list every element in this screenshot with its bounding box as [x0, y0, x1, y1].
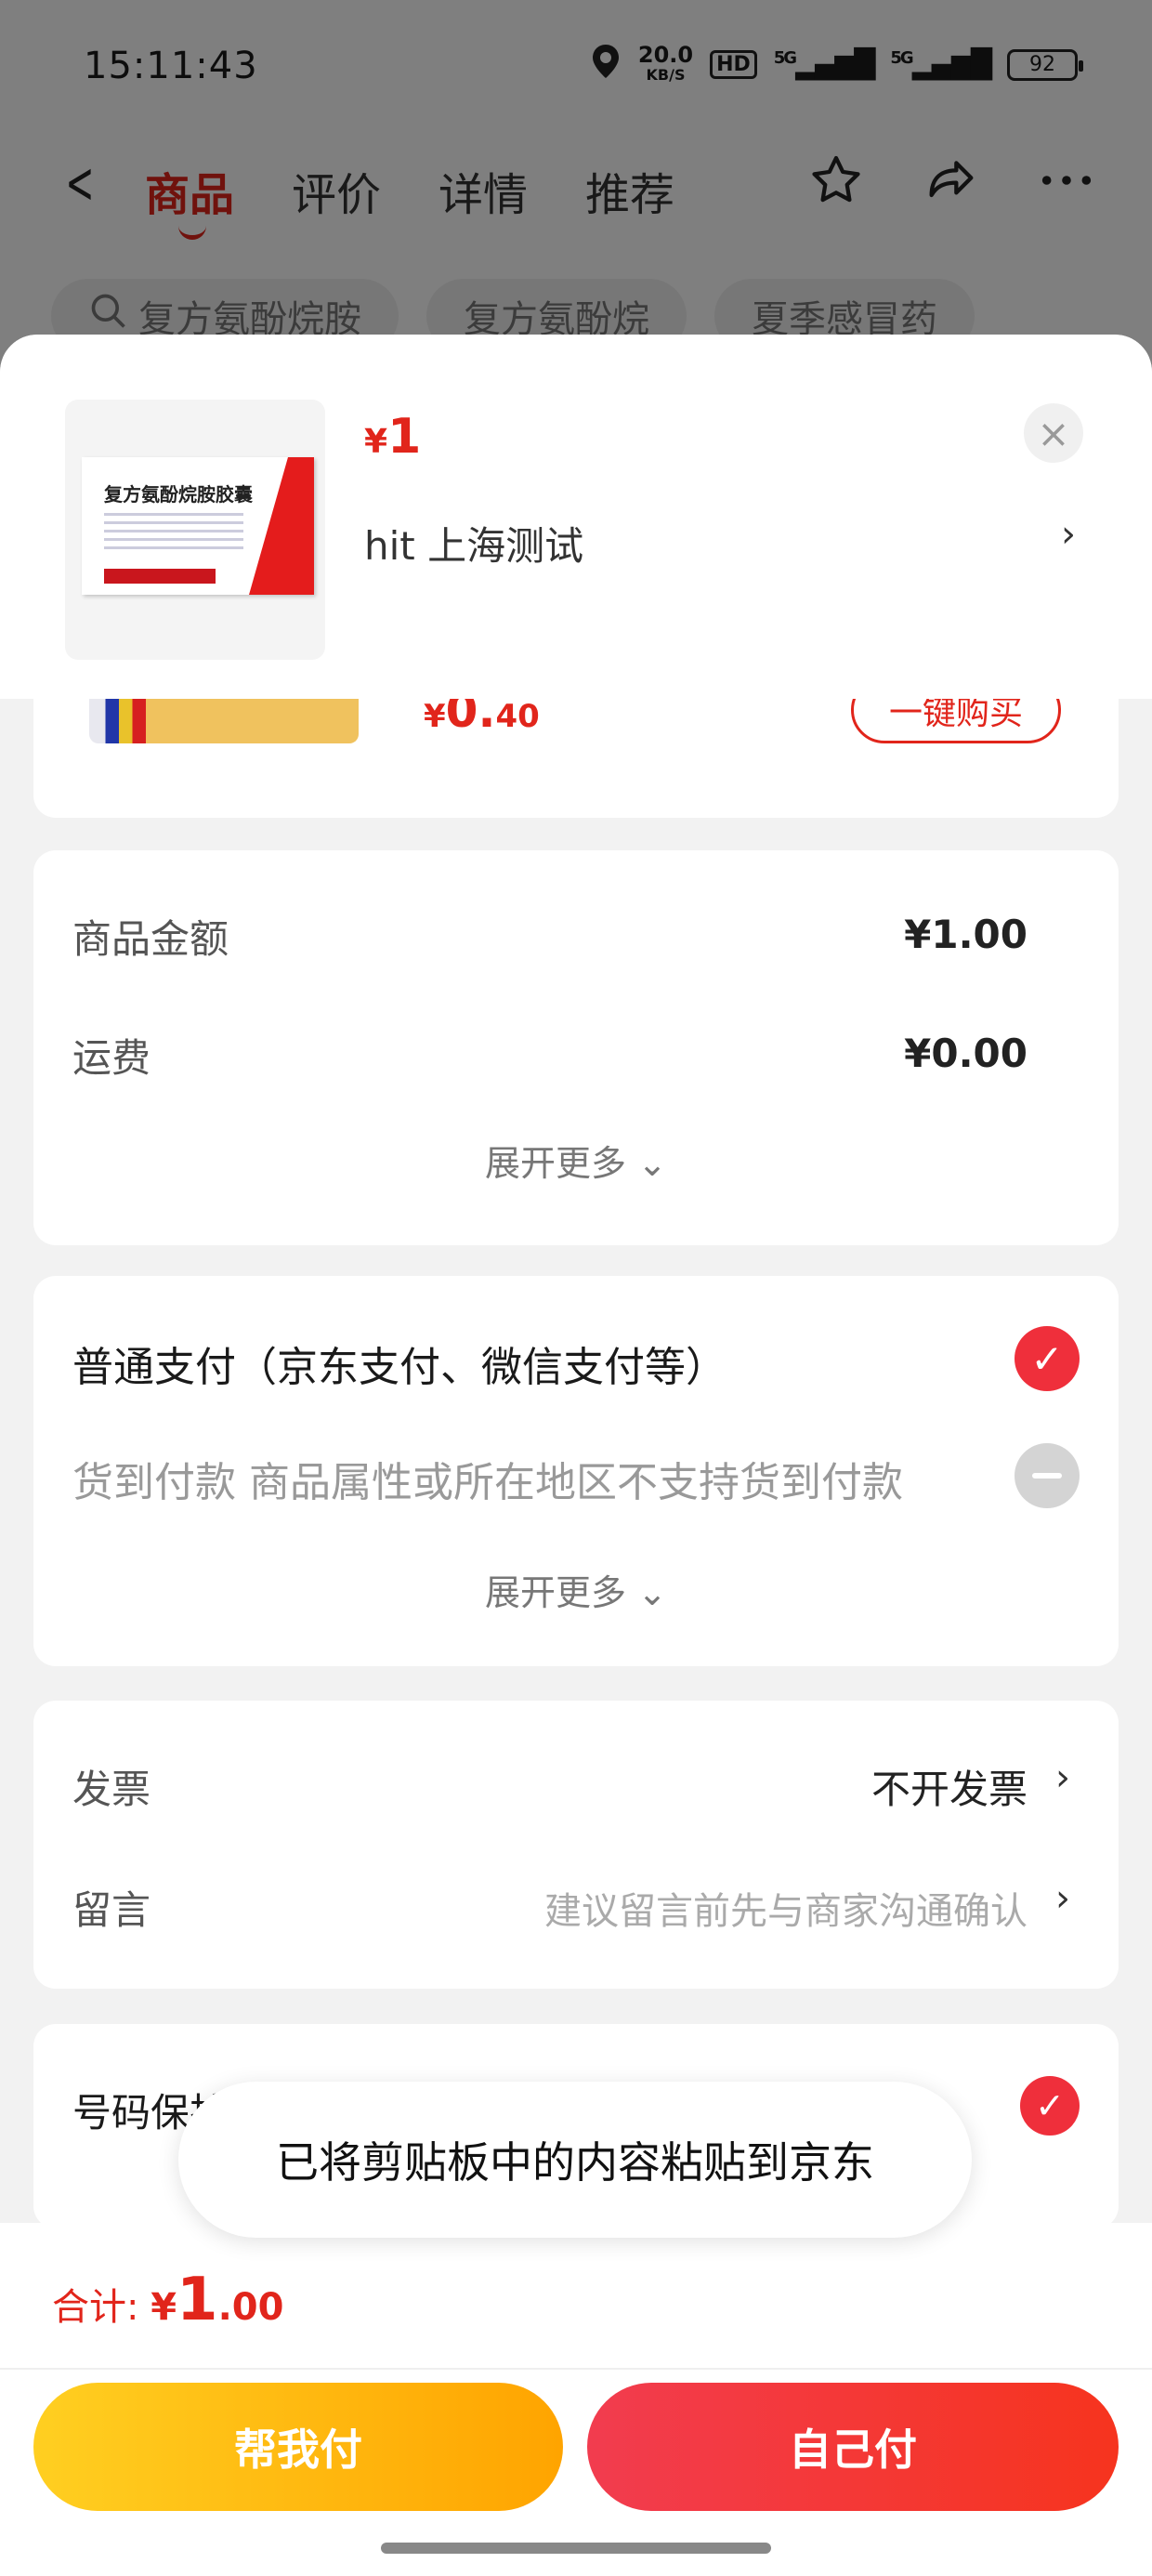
check-icon[interactable]: ✓: [1015, 1326, 1080, 1391]
medicine-box-name: 复方氨酚烷胺胶囊: [104, 483, 253, 506]
total-dec: .00: [217, 2286, 284, 2329]
box-red-stripe: [249, 457, 314, 595]
invoice-card: 发票 不开发票 › 留言 建议留言前先与商家沟通确认 ›: [33, 1701, 1119, 1989]
home-indicator[interactable]: [381, 2543, 771, 2554]
chevron-right-icon[interactable]: ›: [1055, 1877, 1070, 1920]
amount-card: 商品金额 ¥1.00 运费 ¥0.00 展开更多 ⌄: [33, 850, 1119, 1245]
expand-more-button[interactable]: 展开更多 ⌄: [33, 1564, 1119, 1615]
shipping-label: 运费: [72, 1035, 151, 1081]
help-me-pay-button[interactable]: 帮我付: [33, 2383, 563, 2511]
payment-option-cod: 货到付款 商品属性或所在地区不支持货到付款: [72, 1459, 903, 1506]
price-currency: ¥: [424, 698, 446, 735]
divider: [0, 2368, 1152, 2370]
order-total: 合计: ¥1.00: [52, 2266, 283, 2334]
goods-amount-value: ¥1.00: [904, 912, 1028, 957]
invoice-label: 发票: [72, 1767, 151, 1812]
message-input[interactable]: 建议留言前先与商家沟通确认: [544, 1881, 1028, 1935]
chevron-right-icon[interactable]: ›: [1055, 1756, 1070, 1799]
goods-amount-label: 商品金额: [72, 916, 229, 962]
payment-option-normal[interactable]: 普通支付（京东支付、微信支付等）: [72, 1334, 727, 1393]
close-icon[interactable]: ×: [1024, 403, 1083, 463]
total-int: 1: [177, 2266, 218, 2334]
box-text-lines: [104, 513, 243, 550]
price-value: 1: [387, 409, 422, 465]
shipping-value: ¥0.00: [904, 1031, 1028, 1076]
price-currency: ¥: [364, 423, 388, 461]
total-currency: ¥: [151, 2286, 177, 2329]
shop-name[interactable]: hit 上海测试: [364, 515, 583, 572]
total-label: 合计:: [52, 2286, 151, 2329]
medicine-box-image: 复方氨酚烷胺胶囊: [82, 457, 314, 595]
dim-overlay[interactable]: [0, 0, 1152, 372]
price-dec: 40: [495, 698, 540, 735]
disabled-minus-icon: [1015, 1443, 1080, 1508]
check-icon[interactable]: ✓: [1020, 2076, 1080, 2136]
chevron-right-icon[interactable]: ›: [1061, 513, 1076, 556]
bottom-bar: 合计: ¥1.00 帮我付 自己付: [0, 2223, 1152, 2576]
product-price: ¥1: [364, 409, 421, 465]
product-image: 复方氨酚烷胺胶囊: [65, 400, 325, 660]
toast-message: 已将剪贴板中的内容粘贴到京东: [178, 2082, 972, 2238]
invoice-value[interactable]: 不开发票: [871, 1758, 1028, 1815]
message-label: 留言: [72, 1887, 151, 1933]
product-header: 复方氨酚烷胺胶囊 ¥1 hit 上海测试 › ×: [0, 335, 1152, 699]
bundle-item-image: [89, 695, 359, 743]
pay-myself-button[interactable]: 自己付: [587, 2383, 1119, 2511]
payment-card: 普通支付（京东支付、微信支付等） ✓ 货到付款 商品属性或所在地区不支持货到付款…: [33, 1276, 1119, 1666]
box-brand-strip: [104, 569, 216, 584]
expand-more-button[interactable]: 展开更多 ⌄: [33, 1135, 1119, 1186]
